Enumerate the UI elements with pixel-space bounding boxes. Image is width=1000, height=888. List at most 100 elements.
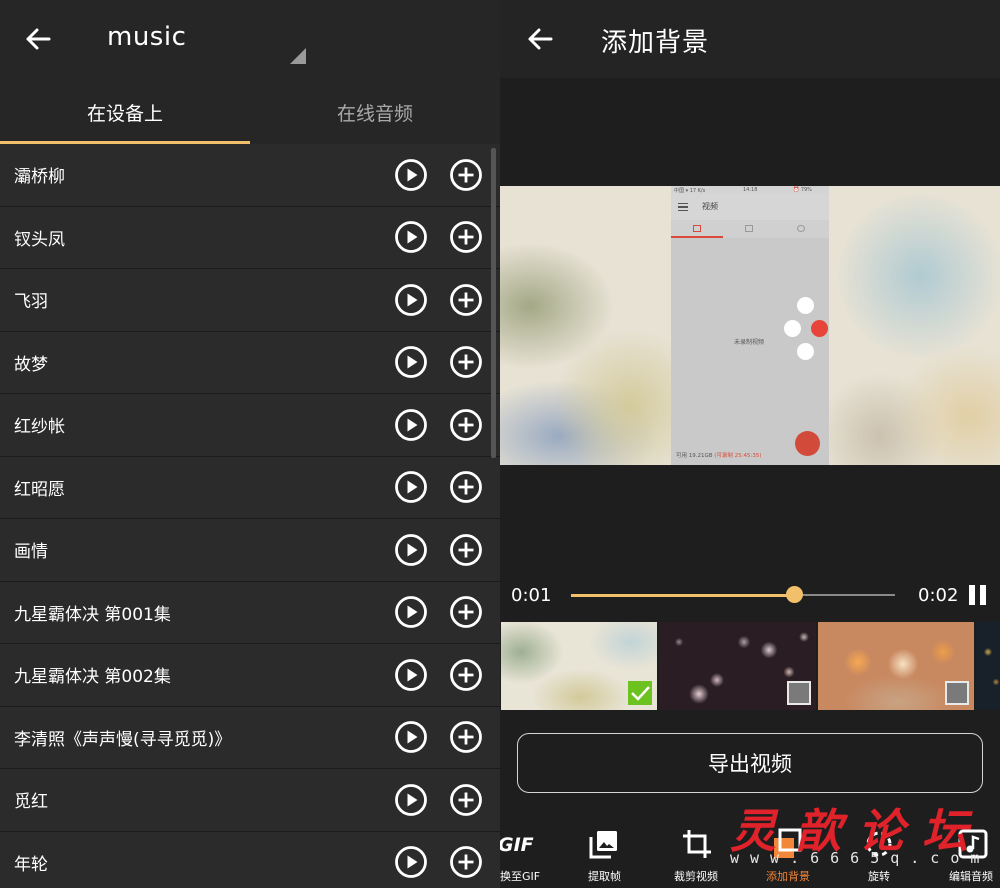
tool-label: 编辑音频 — [949, 870, 993, 883]
background-option-dark-bokeh[interactable] — [976, 622, 1000, 710]
checkbox-unchecked[interactable] — [787, 681, 811, 705]
play-circle-icon[interactable] — [394, 595, 428, 629]
status-battery: ⏰ 79% — [793, 187, 812, 193]
background-option-soft-blur[interactable] — [501, 622, 657, 710]
song-title: 九星霸体决 第002集 — [14, 667, 171, 688]
play-circle-icon[interactable] — [394, 533, 428, 567]
play-circle-icon[interactable] — [394, 470, 428, 504]
music-note-icon — [958, 829, 988, 859]
music-header: music — [0, 0, 500, 80]
phone-app-bar: 视频 — [671, 194, 829, 220]
song-title: 画情 — [14, 542, 48, 563]
play-circle-icon[interactable] — [394, 283, 428, 317]
phone-app-title: 视频 — [702, 202, 718, 211]
settings-tab-icon — [797, 225, 805, 232]
add-circle-icon[interactable] — [449, 220, 483, 254]
export-video-button[interactable]: 导出视频 — [517, 733, 983, 793]
phone-status-bar: 中国 ▾ 17 K/s 14:18 ⏰ 79% — [671, 186, 829, 194]
record-time-left: (可录制 25:45:35) — [714, 453, 762, 459]
tool-to-gif[interactable]: GIF 换至GIF — [500, 818, 560, 888]
back-button[interactable] — [18, 19, 58, 59]
play-circle-icon[interactable] — [394, 658, 428, 692]
edit-toolbar: GIF 换至GIF 提取帧 裁剪视频 添加背景 旋转 编辑音频 — [500, 818, 1000, 888]
add-circle-icon[interactable] — [449, 783, 483, 817]
add-circle-icon[interactable] — [449, 595, 483, 629]
song-row[interactable]: 灞桥柳 — [0, 144, 500, 207]
play-circle-icon[interactable] — [394, 158, 428, 192]
song-row[interactable]: 觅红 — [0, 769, 500, 832]
tool-extract-frame[interactable]: 提取帧 — [580, 818, 640, 888]
arrow-left-icon — [528, 28, 553, 50]
total-time: 0:02 — [918, 585, 959, 606]
song-row[interactable]: 九星霸体决 第002集 — [0, 644, 500, 707]
stop-float-icon — [784, 320, 801, 337]
song-row[interactable]: 画情 — [0, 519, 500, 582]
tool-add-background[interactable]: 添加背景 — [762, 818, 822, 888]
pause-float-icon — [797, 297, 814, 314]
song-row[interactable]: 九星霸体决 第001集 — [0, 582, 500, 644]
add-circle-icon[interactable] — [449, 158, 483, 192]
song-title: 钗头凤 — [14, 229, 65, 250]
background-picker — [500, 622, 1000, 710]
no-video-text: 未录制视频 — [734, 339, 765, 346]
add-circle-icon[interactable] — [449, 533, 483, 567]
song-row[interactable]: 故梦 — [0, 332, 500, 394]
source-tabs: 在设备上 在线音频 — [0, 80, 500, 144]
play-circle-icon[interactable] — [394, 783, 428, 817]
record-float-icon — [811, 320, 828, 337]
song-title: 年轮 — [14, 854, 48, 875]
song-row[interactable]: 飞羽 — [0, 269, 500, 332]
add-circle-icon[interactable] — [449, 658, 483, 692]
song-row[interactable]: 李清照《声声慢(寻寻觅觅)》 — [0, 707, 500, 769]
list-scrollbar[interactable] — [491, 148, 496, 458]
background-option-pink-bokeh[interactable] — [659, 622, 816, 710]
song-title: 红纱帐 — [14, 417, 65, 438]
seek-progress — [571, 593, 795, 597]
add-circle-icon[interactable] — [449, 345, 483, 379]
tool-label: 裁剪视频 — [674, 870, 718, 883]
seek-thumb[interactable] — [786, 586, 804, 603]
tab-online-audio[interactable]: 在线音频 — [250, 80, 500, 144]
add-circle-icon[interactable] — [449, 720, 483, 754]
editor-header: 添加背景 — [500, 0, 1000, 78]
tool-label: 提取帧 — [588, 870, 621, 883]
rotate-icon — [866, 831, 892, 857]
checkbox-checked[interactable] — [628, 681, 652, 705]
add-circle-icon[interactable] — [449, 283, 483, 317]
arrow-left-icon — [26, 28, 51, 50]
play-circle-icon[interactable] — [394, 720, 428, 754]
crop-icon — [683, 830, 711, 858]
recorded-phone-screen: 中国 ▾ 17 K/s 14:18 ⏰ 79% 视频 未录制视频 可用 19.2… — [671, 186, 829, 465]
image-tab-icon — [745, 225, 753, 232]
back-button[interactable] — [520, 19, 560, 59]
song-row[interactable]: 红昭愿 — [0, 457, 500, 519]
song-list: 灞桥柳钗头凤飞羽 故梦红纱帐红昭愿画情九星霸体决 第001集九星霸体决 第002集… — [0, 144, 500, 888]
play-circle-icon[interactable] — [394, 345, 428, 379]
folder-title[interactable]: music — [107, 22, 186, 52]
song-row[interactable]: 钗头凤 — [0, 207, 500, 269]
image-icon — [589, 831, 617, 859]
play-circle-icon[interactable] — [394, 220, 428, 254]
pause-button[interactable] — [969, 585, 987, 605]
background-option-orange-bokeh[interactable] — [818, 622, 974, 710]
dropdown-triangle-icon[interactable] — [290, 48, 306, 64]
tool-edit-audio[interactable]: 编辑音频 — [940, 818, 1000, 888]
add-circle-icon[interactable] — [449, 470, 483, 504]
current-time: 0:01 — [511, 585, 552, 606]
add-circle-icon[interactable] — [449, 408, 483, 442]
add-circle-icon[interactable] — [449, 845, 483, 879]
record-fab-icon — [795, 431, 820, 456]
video-preview[interactable]: 中国 ▾ 17 K/s 14:18 ⏰ 79% 视频 未录制视频 可用 19.2… — [500, 186, 1000, 465]
song-row[interactable]: 红纱帐 — [0, 394, 500, 457]
add-background-icon — [774, 828, 802, 858]
play-circle-icon[interactable] — [394, 408, 428, 442]
tab-on-device[interactable]: 在设备上 — [0, 80, 250, 144]
check-icon — [631, 686, 650, 701]
tool-rotate[interactable]: 旋转 — [855, 818, 905, 888]
tool-crop-video[interactable]: 裁剪视频 — [670, 818, 730, 888]
checkbox-unchecked[interactable] — [945, 681, 969, 705]
song-row[interactable]: 年轮 — [0, 832, 500, 888]
play-circle-icon[interactable] — [394, 845, 428, 879]
status-time: 14:18 — [743, 187, 758, 193]
video-tab-icon — [693, 225, 701, 232]
